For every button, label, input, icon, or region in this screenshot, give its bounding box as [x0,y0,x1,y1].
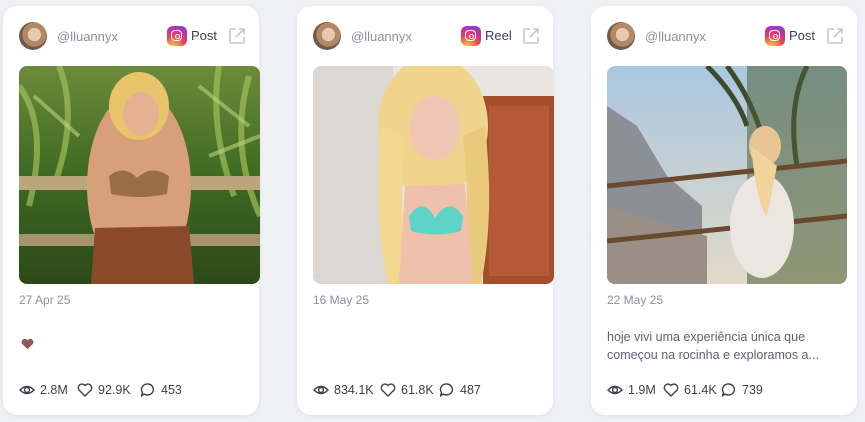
eye-icon [607,385,623,395]
external-link-icon[interactable] [521,26,541,46]
views-stat: 834.1K [313,380,374,400]
username[interactable]: @lluannyx [57,29,118,44]
likes-count: 61.8K [401,383,434,397]
views-count: 2.8M [40,383,68,397]
views-stat: 2.8M [19,380,68,400]
post-date: 16 May 25 [313,293,370,307]
post-card[interactable]: @lluannyx Post 22 May 25 hoje vivi uma e… [591,6,857,415]
post-card[interactable]: @lluannyx Post 27 Apr 25 2.8M 92.9K 453 [3,6,260,415]
post-thumbnail[interactable] [313,66,554,284]
instagram-icon [167,26,187,46]
username[interactable]: @lluannyx [351,29,412,44]
post-stats: 834.1K 61.8K 487 [313,380,543,400]
likes-stat: 61.4K [663,380,717,400]
heart-icon [77,383,93,397]
post-type-label: Reel [485,28,512,43]
eye-icon [313,385,329,395]
instagram-icon [461,26,481,46]
likes-stat: 61.8K [380,380,434,400]
avatar[interactable] [313,22,341,50]
post-thumbnail[interactable] [19,66,260,284]
post-caption: hoje vivi uma experiência única que come… [607,330,819,362]
avatar[interactable] [19,22,47,50]
comments-count: 487 [460,383,481,397]
post-type-label: Post [789,28,816,43]
card-header: @lluannyx Reel [313,22,541,50]
likes-count: 92.9K [98,383,131,397]
heart-icon [380,383,396,397]
views-count: 834.1K [334,383,374,397]
heart-emoji [21,338,34,350]
views-count: 1.9M [628,383,656,397]
comment-icon [439,383,454,397]
comments-count: 739 [742,383,763,397]
avatar[interactable] [607,22,635,50]
eye-icon [19,385,35,395]
post-type-label: Post [191,28,218,43]
external-link-icon[interactable] [227,26,247,46]
post-date: 27 Apr 25 [19,293,71,307]
likes-stat: 92.9K [77,380,131,400]
username[interactable]: @lluannyx [645,29,706,44]
likes-count: 61.4K [684,383,717,397]
card-header: @lluannyx Post [607,22,845,50]
heart-icon [663,383,679,397]
post-card[interactable]: @lluannyx Reel 16 May 25 834.1K 61.8K 48… [297,6,554,415]
comments-stat: 487 [439,380,481,400]
post-thumbnail[interactable] [607,66,847,284]
external-link-icon[interactable] [825,26,845,46]
post-date: 22 May 25 [607,293,664,307]
post-stats: 2.8M 92.9K 453 [19,380,249,400]
post-stats: 1.9M 61.4K 739 [607,380,847,400]
comments-stat: 739 [721,380,763,400]
comments-count: 453 [161,383,182,397]
instagram-icon [765,26,785,46]
comments-stat: 453 [140,380,182,400]
comment-icon [721,383,736,397]
card-header: @lluannyx Post [19,22,247,50]
comment-icon [140,383,155,397]
views-stat: 1.9M [607,380,656,400]
